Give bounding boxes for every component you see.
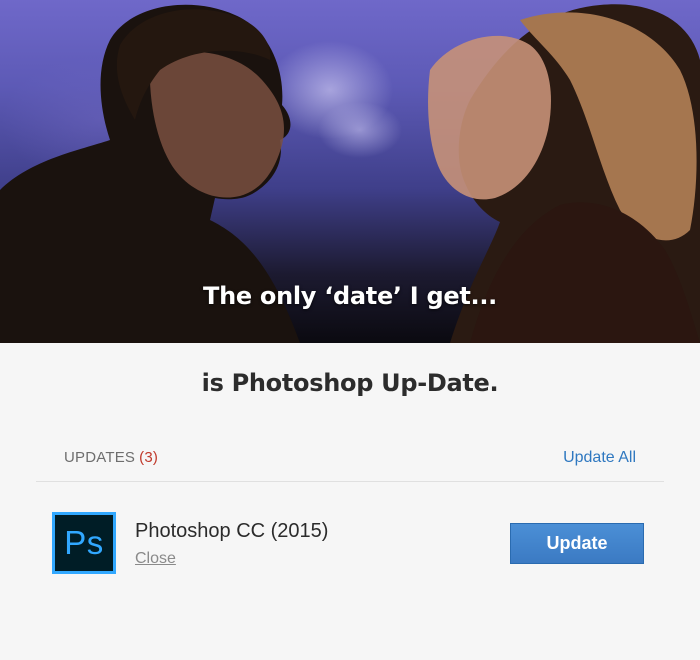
updates-panel: UPDATES (3) Update All Ps Photoshop CC (2… — [36, 432, 664, 632]
close-link[interactable]: Close — [135, 550, 176, 568]
updates-heading: UPDATES (3) — [64, 449, 158, 466]
updates-count-badge: (3) — [139, 449, 159, 466]
ps-icon-label: Ps — [55, 515, 113, 571]
meme-photo: The only ‘date’ I get... — [0, 0, 700, 343]
photoshop-app-icon: Ps — [52, 512, 116, 574]
update-button[interactable]: Update — [510, 523, 644, 564]
bottom-caption: is Photoshop Up-Date. — [201, 369, 499, 397]
update-all-link[interactable]: Update All — [563, 449, 636, 467]
divider — [36, 481, 664, 482]
app-name: Photoshop CC (2015) — [135, 520, 329, 542]
top-caption: The only ‘date’ I get... — [203, 282, 497, 310]
updates-heading-label: UPDATES — [64, 449, 136, 466]
